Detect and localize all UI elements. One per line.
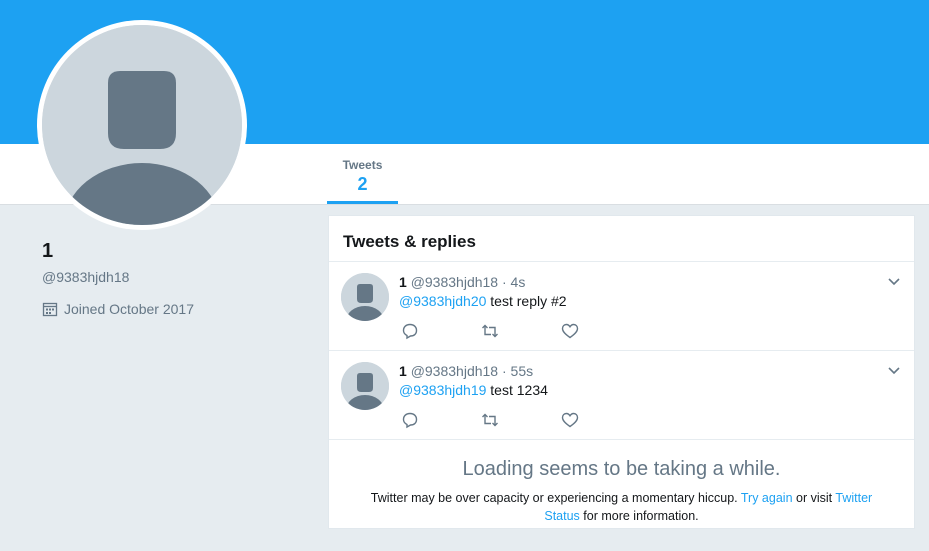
- tweet-separator: ·: [501, 363, 507, 379]
- loading-msg-part1: Twitter may be over capacity or experien…: [370, 491, 738, 505]
- joined-text: Joined October 2017: [64, 301, 194, 317]
- tab-tweets[interactable]: Tweets 2: [327, 144, 398, 204]
- loading-title: Loading seems to be taking a while.: [462, 458, 781, 480]
- tweet-text: @9383hjdh20 test reply #2: [399, 293, 567, 309]
- tweet-author-name[interactable]: 1: [399, 363, 407, 379]
- tweet-body: test reply #2: [490, 293, 567, 309]
- tweets-stat-count: 2: [357, 174, 368, 194]
- loading-msg-part2: or visit: [796, 491, 833, 505]
- tweet-header: 1 @9383hjdh18 · 4s: [399, 274, 525, 290]
- heart-icon[interactable]: [561, 411, 579, 429]
- retweet-icon[interactable]: [481, 322, 499, 340]
- profile-joined-date: Joined October 2017: [42, 301, 302, 317]
- tweet-timestamp[interactable]: 55s: [511, 363, 534, 379]
- default-avatar-icon: [341, 362, 389, 410]
- timeline: Tweets & replies 1 @9383hjdh18 · 4s @938…: [328, 215, 915, 529]
- tweet-text: @9383hjdh19 test 1234: [399, 382, 548, 398]
- profile-avatar[interactable]: [37, 20, 247, 230]
- profile-card: 1 @9383hjdh18 Joined October 2017: [42, 240, 302, 317]
- chevron-down-icon[interactable]: [886, 363, 902, 379]
- profile-handle[interactable]: @9383hjdh18: [42, 269, 302, 285]
- tweet-mention-link[interactable]: @9383hjdh20: [399, 293, 486, 309]
- tweets-stat-label: Tweets: [342, 158, 383, 172]
- tweet-avatar[interactable]: [341, 273, 389, 321]
- tweet-item[interactable]: 1 @9383hjdh18 · 55s @9383hjdh19 test 123…: [329, 351, 914, 440]
- tweet-separator: ·: [501, 274, 507, 290]
- tweet-timestamp[interactable]: 4s: [511, 274, 526, 290]
- tweet-header: 1 @9383hjdh18 · 55s: [399, 363, 533, 379]
- chevron-down-icon[interactable]: [886, 274, 902, 290]
- loading-message: Twitter may be over capacity or experien…: [329, 489, 914, 525]
- tweet-item[interactable]: 1 @9383hjdh18 · 4s @9383hjdh20 test repl…: [329, 262, 914, 351]
- tweet-author-name[interactable]: 1: [399, 274, 407, 290]
- calendar-icon: [42, 302, 58, 317]
- default-avatar-icon: [42, 25, 242, 225]
- tweet-author-handle[interactable]: @9383hjdh18: [411, 274, 498, 290]
- profile-name[interactable]: 1: [42, 240, 302, 263]
- retweet-icon[interactable]: [481, 411, 499, 429]
- tweet-actions: [401, 411, 579, 429]
- loading-msg-part3: for more information.: [583, 509, 699, 523]
- try-again-link[interactable]: Try again: [741, 491, 793, 505]
- default-avatar-icon: [341, 273, 389, 321]
- tweet-body: test 1234: [490, 382, 548, 398]
- loading-error: Loading seems to be taking a while. Twit…: [329, 440, 914, 525]
- tweet-avatar[interactable]: [341, 362, 389, 410]
- reply-icon[interactable]: [401, 322, 419, 340]
- timeline-title: Tweets & replies: [329, 216, 914, 262]
- reply-icon[interactable]: [401, 411, 419, 429]
- heart-icon[interactable]: [561, 322, 579, 340]
- tweet-mention-link[interactable]: @9383hjdh19: [399, 382, 486, 398]
- tweet-actions: [401, 322, 579, 340]
- tweet-author-handle[interactable]: @9383hjdh18: [411, 363, 498, 379]
